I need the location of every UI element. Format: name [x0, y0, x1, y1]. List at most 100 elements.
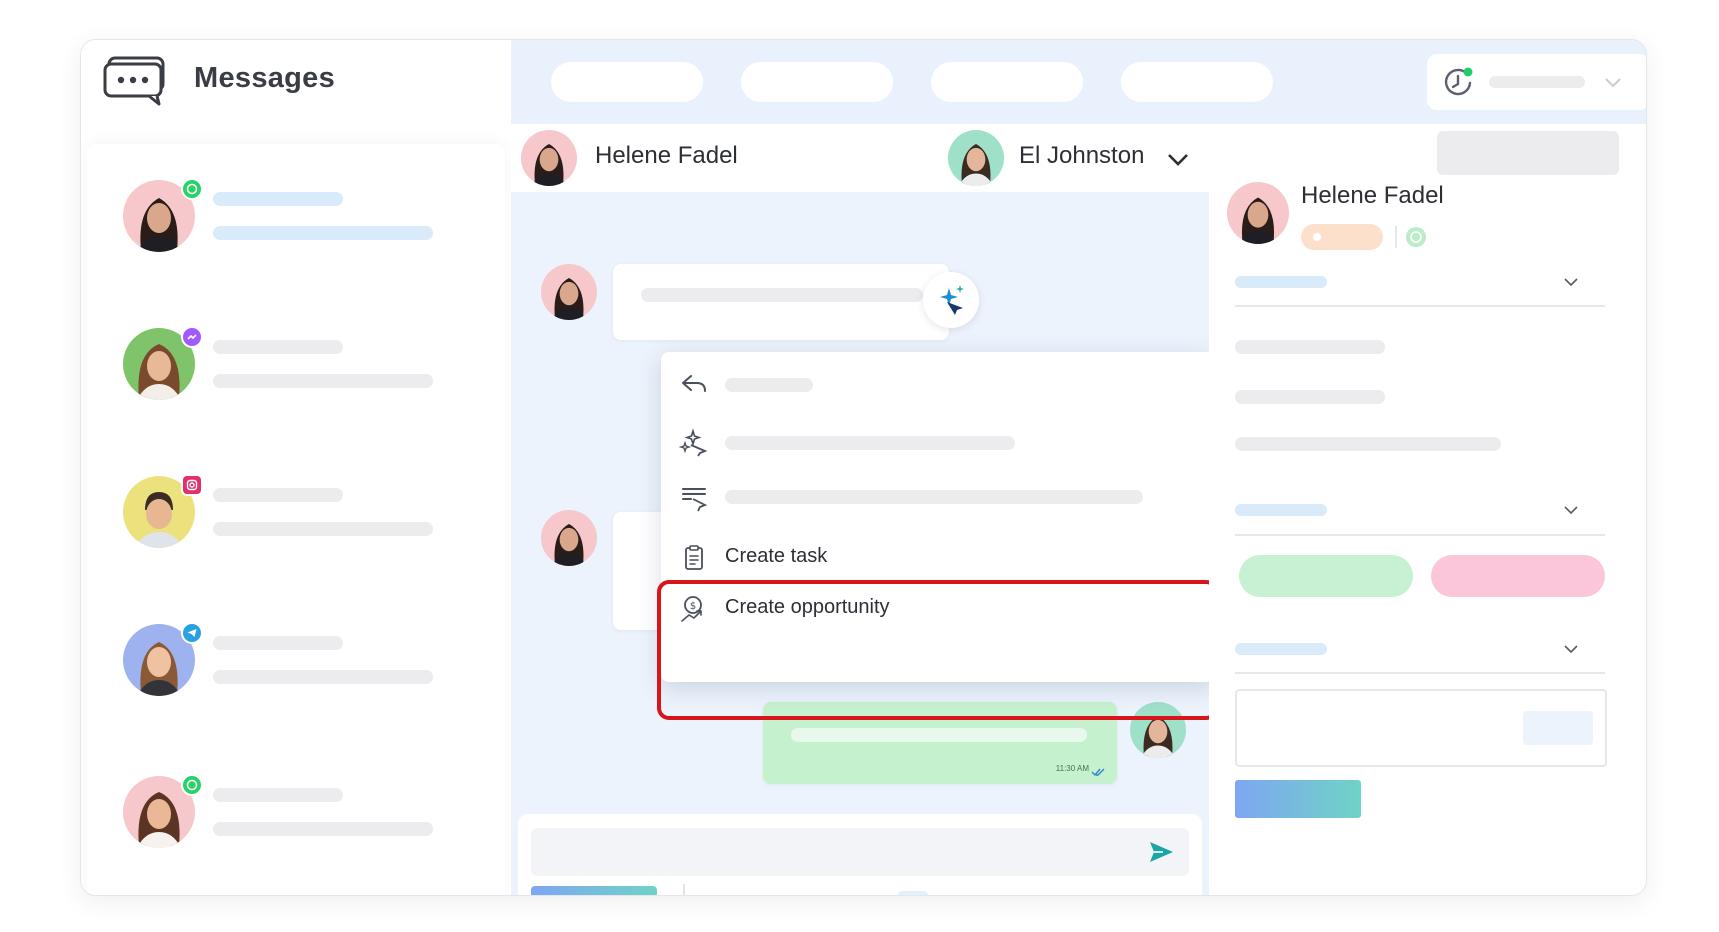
section-divider — [1235, 672, 1605, 674]
status-selector[interactable] — [1427, 54, 1646, 110]
app-title: Messages — [194, 62, 336, 94]
conversation-item[interactable] — [87, 310, 505, 420]
note-icon[interactable] — [898, 891, 928, 895]
assignee-selector[interactable]: El Johnston — [1019, 136, 1199, 180]
chevron-down-icon — [1603, 72, 1623, 92]
section-title-placeholder — [1235, 643, 1327, 655]
field-placeholder — [1235, 437, 1501, 451]
messenger-icon — [181, 326, 203, 348]
contact-name-placeholder — [213, 788, 343, 802]
contact-details-panel: Helene Fadel — [1209, 124, 1646, 895]
contact-name-placeholder — [213, 192, 343, 206]
conversation-item[interactable] — [87, 606, 505, 716]
avatar — [541, 264, 597, 320]
message-preview-placeholder — [213, 226, 433, 240]
menu-item-label-placeholder — [725, 490, 1143, 504]
status-badge — [1301, 224, 1383, 250]
instagram-icon — [181, 474, 203, 496]
header-action-placeholder[interactable] — [1437, 131, 1619, 175]
menu-item-create-task[interactable]: Create task — [661, 530, 1214, 586]
channel-selector[interactable] — [531, 886, 657, 895]
profile-name: Helene Fadel — [1301, 182, 1444, 209]
sidebar-header: Messages — [81, 40, 511, 124]
message-input[interactable] — [531, 828, 1189, 876]
sidebar: Messages — [81, 40, 511, 895]
menu-item-label-placeholder — [725, 378, 813, 392]
tab-placeholder[interactable] — [1121, 62, 1273, 102]
send-icon[interactable] — [1147, 838, 1175, 866]
conversation-header: Helene Fadel El Johnston — [511, 124, 1209, 192]
image-icon[interactable] — [738, 891, 768, 895]
conversation-list — [87, 144, 505, 895]
chevron-down-icon[interactable] — [1561, 639, 1581, 659]
tab-placeholder[interactable] — [931, 62, 1083, 102]
telegram-icon — [181, 622, 203, 644]
emoji-icon[interactable] — [858, 891, 888, 895]
conversation-item[interactable] — [87, 162, 505, 272]
whatsapp-icon — [181, 774, 203, 796]
ai-assist-button[interactable] — [923, 272, 979, 328]
tag-chip[interactable] — [1239, 555, 1413, 597]
conversation-panel: Helene Fadel El Johnston 11:30 AM Create… — [511, 124, 1218, 895]
attachment-icon[interactable] — [778, 891, 808, 895]
microphone-icon[interactable] — [698, 891, 728, 895]
tab-placeholder[interactable] — [741, 62, 893, 102]
menu-item-label: Create task — [725, 545, 828, 567]
avatar — [521, 130, 577, 186]
highlight-box — [657, 580, 1218, 720]
received-message[interactable] — [613, 264, 949, 340]
assignee-name: El Johnston — [1019, 142, 1145, 169]
contact-name-placeholder — [213, 340, 343, 354]
notes-input[interactable] — [1235, 689, 1607, 767]
clipboard-icon — [679, 543, 709, 573]
message-preview-placeholder — [213, 522, 433, 536]
clock-icon — [1441, 66, 1475, 100]
avatar — [541, 510, 597, 566]
chevron-down-icon — [1165, 146, 1191, 172]
section-divider — [1235, 534, 1605, 536]
section-divider — [1235, 305, 1605, 307]
reply-icon — [679, 369, 709, 399]
section-title-placeholder — [1235, 276, 1327, 288]
chevron-down-icon[interactable] — [1561, 272, 1581, 292]
message-text-placeholder — [641, 288, 923, 302]
toolbar-divider — [683, 884, 685, 895]
message-preview-placeholder — [213, 822, 433, 836]
contact-name: Helene Fadel — [595, 142, 738, 169]
summary-icon — [679, 483, 709, 513]
section-title-placeholder — [1235, 504, 1327, 516]
avatar — [948, 130, 1004, 186]
field-placeholder — [1235, 340, 1385, 354]
message-composer — [518, 814, 1202, 895]
menu-item-reply[interactable] — [661, 356, 1214, 412]
contact-name-placeholder — [213, 636, 343, 650]
chat-bubble-icon — [103, 56, 169, 106]
conversation-item[interactable] — [87, 758, 505, 868]
conversation-item[interactable] — [87, 458, 505, 568]
tag-chip[interactable] — [1431, 555, 1605, 597]
menu-item-ai-reply[interactable] — [661, 414, 1214, 470]
top-toolbar — [511, 40, 1646, 124]
action-button-placeholder[interactable] — [1235, 780, 1361, 818]
comment-icon[interactable] — [818, 891, 848, 895]
message-preview-placeholder — [213, 374, 433, 388]
double-check-icon — [1091, 764, 1105, 777]
field-placeholder — [1235, 390, 1385, 404]
whatsapp-icon — [181, 178, 203, 200]
contact-name-placeholder — [213, 488, 343, 502]
divider — [1395, 226, 1397, 248]
avatar — [1227, 182, 1289, 244]
message-preview-placeholder — [213, 670, 433, 684]
save-button-placeholder[interactable] — [1523, 711, 1593, 745]
ai-sparkle-icon — [678, 427, 709, 457]
tab-placeholder[interactable] — [551, 62, 703, 102]
app-window: Messages Helene Fadel El Johnston 11:30 … — [80, 39, 1647, 896]
menu-item-summarize[interactable] — [661, 470, 1214, 526]
chevron-down-icon[interactable] — [1561, 500, 1581, 520]
ai-sparkle-icon — [933, 280, 969, 321]
whatsapp-icon — [1406, 227, 1426, 247]
status-placeholder — [1489, 76, 1585, 88]
message-text-placeholder — [791, 728, 1087, 742]
message-time: 11:30 AM — [1055, 764, 1089, 773]
menu-item-label-placeholder — [725, 436, 1015, 450]
